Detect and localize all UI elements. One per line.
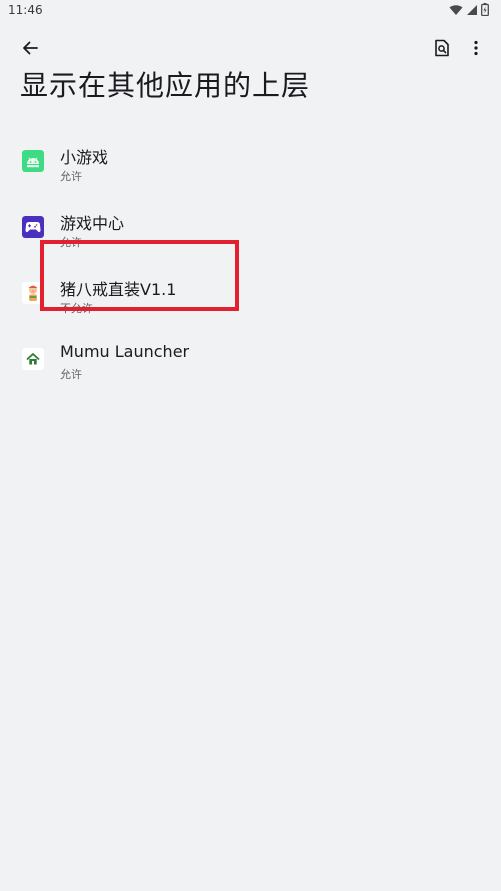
app-permission-status: 允许: [60, 170, 82, 183]
android-icon: [22, 150, 44, 172]
app-name: 小游戏: [60, 148, 109, 167]
app-name: 游戏中心: [60, 214, 125, 233]
status-bar: 11:46: [0, 0, 501, 22]
app-name: 猪八戒直装V1.1: [60, 280, 177, 299]
status-time: 11:46: [8, 3, 43, 17]
app-row-mumu-launcher[interactable]: Mumu Launcher 允许: [0, 328, 501, 394]
more-options-button[interactable]: [462, 34, 490, 62]
page-title: 显示在其他应用的上层: [20, 69, 311, 102]
back-button[interactable]: [16, 34, 44, 62]
home-icon: [22, 348, 44, 370]
app-row-mini-game[interactable]: 小游戏 允许: [0, 130, 501, 196]
app-permission-status: 允许: [60, 236, 82, 249]
gamepad-icon: [22, 216, 44, 238]
search-in-page-icon: [435, 39, 449, 57]
signal-icon: [466, 1, 478, 20]
app-permission-status: 不允许: [60, 302, 93, 315]
more-vertical-icon: [474, 40, 478, 56]
wifi-icon: [449, 1, 463, 20]
search-in-page-button[interactable]: [428, 34, 456, 62]
app-row-game-center[interactable]: 游戏中心 允许: [0, 196, 501, 262]
battery-icon: [481, 1, 489, 20]
pig-app-icon: [22, 282, 44, 304]
app-row-zhubajie[interactable]: 猪八戒直装V1.1 不允许: [0, 262, 501, 328]
top-app-bar: [0, 28, 501, 66]
status-icons: [449, 1, 489, 20]
app-permission-status: 允许: [60, 368, 82, 381]
app-name: Mumu Launcher: [60, 342, 190, 361]
arrow-back-icon: [23, 41, 38, 55]
